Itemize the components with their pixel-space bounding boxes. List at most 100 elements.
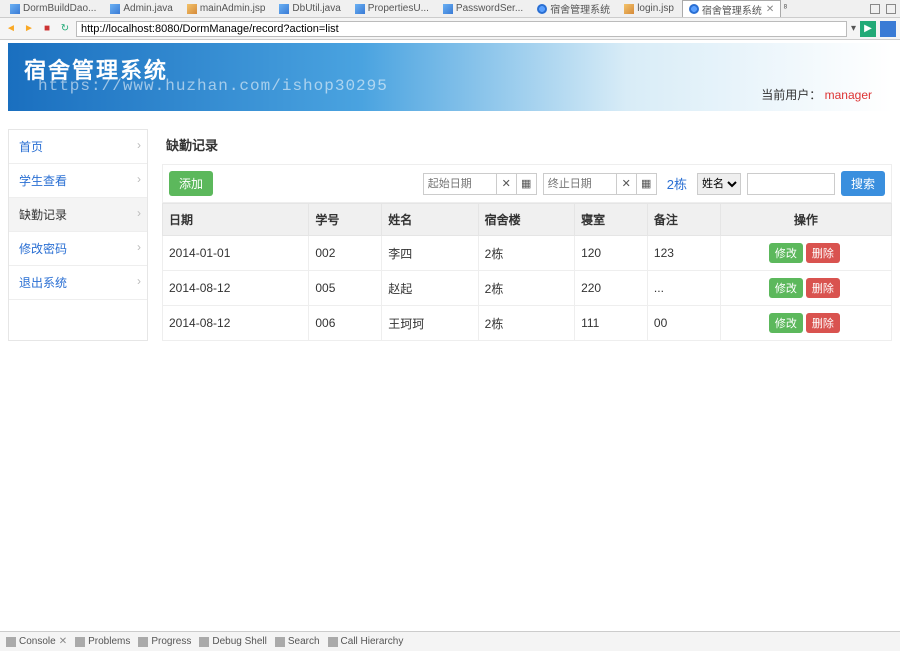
cell-room: 120 — [575, 236, 648, 271]
ide-tab[interactable]: DormBuildDao... — [4, 2, 102, 15]
dropdown-icon[interactable]: ▾ — [851, 23, 856, 34]
add-button[interactable]: 添加 — [169, 171, 213, 196]
col-date: 日期 — [163, 204, 309, 236]
call-hierarchy-pane-tab[interactable]: Call Hierarchy — [328, 636, 404, 647]
clear-start-icon[interactable]: ✕ — [496, 174, 516, 194]
pane-label: Problems — [88, 636, 130, 647]
java-icon — [443, 4, 453, 14]
problems-pane-tab[interactable]: Problems — [75, 636, 130, 647]
calendar-end-icon[interactable]: ▦ — [636, 174, 656, 194]
sidebar-item-label: 退出系统 — [19, 276, 67, 290]
cell-name: 李四 — [382, 236, 478, 271]
ide-tab-label: PropertiesU... — [368, 3, 429, 14]
col-ops: 操作 — [720, 204, 891, 236]
refresh-button[interactable]: ↻ — [58, 22, 72, 36]
progress-pane-tab[interactable]: Progress — [138, 636, 191, 647]
close-icon[interactable]: ✕ — [59, 636, 67, 647]
ide-tab-label: mainAdmin.jsp — [200, 3, 266, 14]
sidebar-item-logout[interactable]: 退出系统 — [9, 266, 147, 300]
cell-sno: 006 — [309, 306, 382, 341]
sidebar-item-students[interactable]: 学生查看 — [9, 164, 147, 198]
calendar-start-icon[interactable]: ▦ — [516, 174, 536, 194]
pane-label: Call Hierarchy — [341, 636, 404, 647]
ide-tab-label: Admin.java — [123, 3, 172, 14]
ide-tab[interactable]: DbUtil.java — [273, 2, 346, 15]
debug-shell-pane-tab[interactable]: Debug Shell — [199, 636, 266, 647]
building-label: 2栋 — [663, 174, 691, 193]
cell-remark: 123 — [647, 236, 720, 271]
cell-date: 2014-01-01 — [163, 236, 309, 271]
search-button[interactable]: 搜索 — [841, 171, 885, 196]
cell-build: 2栋 — [478, 271, 574, 306]
hierarchy-icon — [328, 637, 338, 647]
minimize-icon[interactable] — [870, 4, 880, 14]
sidebar-item-password[interactable]: 修改密码 — [9, 232, 147, 266]
forward-button[interactable]: ► — [22, 22, 36, 36]
browser-toolbar: ◄ ► ■ ↻ ▾ ▶ — [0, 18, 900, 40]
current-user-area: 当前用户： manager — [761, 86, 872, 103]
maximize-icon[interactable] — [886, 4, 896, 14]
ide-tab[interactable]: Admin.java — [104, 2, 178, 15]
col-build: 宿舍楼 — [478, 204, 574, 236]
close-icon[interactable]: ✕ — [766, 4, 774, 15]
table-toolbar: 添加 ✕ ▦ ✕ ▦ 2栋 姓名 搜索 — [162, 164, 892, 203]
ide-tab-bar: DormBuildDao... Admin.java mainAdmin.jsp… — [0, 0, 900, 18]
end-date-input[interactable] — [544, 174, 616, 194]
user-name: manager — [825, 88, 872, 102]
clear-end-icon[interactable]: ✕ — [616, 174, 636, 194]
java-icon — [279, 4, 289, 14]
pane-label: Progress — [151, 636, 191, 647]
ide-tab[interactable]: 宿舍管理系统 — [531, 0, 616, 17]
ide-tab-label: DormBuildDao... — [23, 3, 96, 14]
edit-button[interactable]: 修改 — [769, 243, 803, 263]
cell-sno: 005 — [309, 271, 382, 306]
edit-button[interactable]: 修改 — [769, 278, 803, 298]
search-input[interactable] — [747, 173, 835, 195]
cell-name: 王珂珂 — [382, 306, 478, 341]
cell-ops: 修改删除 — [720, 236, 891, 271]
ide-tab-active[interactable]: 宿舍管理系统 ✕ — [682, 0, 781, 18]
search-type-select[interactable]: 姓名 — [697, 173, 741, 195]
delete-button[interactable]: 删除 — [806, 313, 840, 333]
debug-icon — [199, 637, 209, 647]
sidebar-item-home[interactable]: 首页 — [9, 130, 147, 164]
browser-engine-icon[interactable] — [880, 21, 896, 37]
jsp-icon — [187, 4, 197, 14]
delete-button[interactable]: 删除 — [806, 243, 840, 263]
search-pane-tab[interactable]: Search — [275, 636, 320, 647]
java-icon — [110, 4, 120, 14]
cell-date: 2014-08-12 — [163, 306, 309, 341]
sidebar-item-label: 学生查看 — [19, 174, 67, 188]
delete-button[interactable]: 删除 — [806, 278, 840, 298]
console-pane-tab[interactable]: Console✕ — [6, 636, 67, 647]
back-button[interactable]: ◄ — [4, 22, 18, 36]
ide-tab[interactable]: login.jsp — [618, 2, 680, 15]
sidebar-item-label: 修改密码 — [19, 242, 67, 256]
ide-tab[interactable]: PasswordSer... — [437, 2, 529, 15]
ide-tab[interactable]: mainAdmin.jsp — [181, 2, 272, 15]
tab-overflow-label: ⁸ — [783, 3, 787, 14]
start-date-group: ✕ ▦ — [423, 173, 537, 195]
user-label: 当前用户： — [761, 88, 821, 102]
console-icon — [6, 637, 16, 647]
sidebar-item-absence[interactable]: 缺勤记录 — [9, 198, 147, 232]
col-remark: 备注 — [647, 204, 720, 236]
main-content: 缺勤记录 添加 ✕ ▦ ✕ ▦ 2栋 姓名 搜索 — [162, 129, 892, 341]
cell-date: 2014-08-12 — [163, 271, 309, 306]
address-bar[interactable] — [76, 21, 847, 37]
ide-status-bar: Console✕ Problems Progress Debug Shell S… — [0, 631, 900, 651]
table-row: 2014-08-12006王珂珂2栋11100修改删除 — [163, 306, 892, 341]
ide-tab-label: 宿舍管理系统 — [702, 2, 762, 17]
pane-label: Debug Shell — [212, 636, 266, 647]
edit-button[interactable]: 修改 — [769, 313, 803, 333]
java-icon — [355, 4, 365, 14]
cell-ops: 修改删除 — [720, 271, 891, 306]
stop-button[interactable]: ■ — [40, 22, 54, 36]
ide-tab[interactable]: PropertiesU... — [349, 2, 435, 15]
start-date-input[interactable] — [424, 174, 496, 194]
watermark-text: https://www.huzhan.com/ishop30295 — [38, 77, 388, 95]
ide-window-controls — [870, 4, 900, 14]
go-button[interactable]: ▶ — [860, 21, 876, 37]
col-name: 姓名 — [382, 204, 478, 236]
sidebar-item-label: 缺勤记录 — [19, 208, 67, 222]
